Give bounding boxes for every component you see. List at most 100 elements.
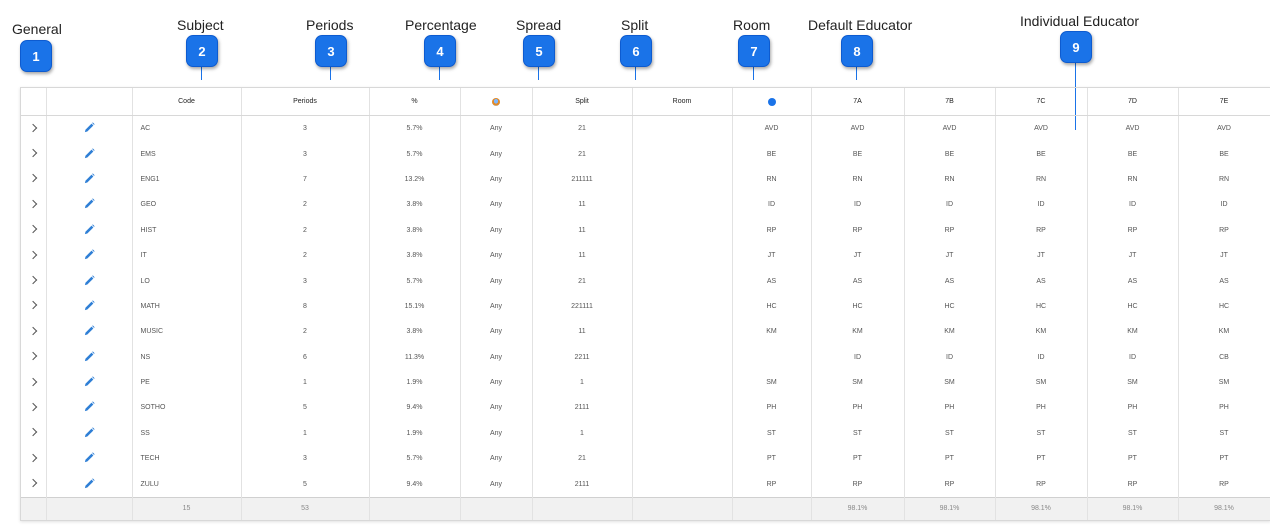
cell-split[interactable]: 11 bbox=[532, 319, 633, 345]
cell-room[interactable] bbox=[632, 420, 733, 447]
cell-class-educator[interactable]: SM bbox=[904, 369, 996, 396]
cell-class-educator[interactable]: ID bbox=[1087, 192, 1179, 218]
cell-class-educator[interactable]: RP bbox=[1178, 217, 1270, 243]
cell-room[interactable] bbox=[632, 192, 733, 218]
table-row[interactable]: NS 6 11.3% Any 2211 ID ID ID ID CB bbox=[21, 344, 1270, 370]
edit-subject-button[interactable] bbox=[46, 166, 133, 193]
chevron-right-icon[interactable] bbox=[29, 250, 38, 259]
cell-class-educator[interactable]: KM bbox=[1087, 319, 1179, 345]
edit-subject-button[interactable] bbox=[46, 293, 133, 320]
cell-default-educator[interactable]: ID bbox=[732, 192, 812, 218]
pencil-icon[interactable] bbox=[84, 478, 95, 491]
cell-spread[interactable]: Any bbox=[460, 395, 533, 421]
chevron-right-icon[interactable] bbox=[29, 377, 38, 386]
expand-row-button[interactable] bbox=[21, 115, 47, 142]
cell-default-educator[interactable]: RP bbox=[732, 471, 812, 498]
cell-class-educator[interactable]: AVD bbox=[1178, 115, 1270, 142]
expand-row-button[interactable] bbox=[21, 293, 47, 320]
cell-class-educator[interactable]: AS bbox=[1087, 268, 1179, 294]
chevron-right-icon[interactable] bbox=[29, 478, 38, 488]
cell-room[interactable] bbox=[632, 471, 733, 498]
expand-row-button[interactable] bbox=[21, 471, 47, 498]
cell-class-educator[interactable]: BE bbox=[1178, 141, 1270, 167]
table-row[interactable]: MUSIC 2 3.8% Any 11 KM KM KM KM KM KM bbox=[21, 319, 1270, 345]
cell-class-educator[interactable]: KM bbox=[995, 319, 1088, 345]
header-class-7e[interactable]: 7E bbox=[1178, 88, 1270, 116]
cell-class-educator[interactable]: ID bbox=[811, 192, 905, 218]
header-split[interactable]: Split bbox=[532, 88, 633, 116]
cell-class-educator[interactable]: BE bbox=[1087, 141, 1179, 167]
header-class-7a[interactable]: 7A bbox=[811, 88, 905, 116]
table-row[interactable]: ENG1 7 13.2% Any 211111 RN RN RN RN RN RN bbox=[21, 166, 1270, 193]
table-row[interactable]: GEO 2 3.8% Any 11 ID ID ID ID ID ID bbox=[21, 192, 1270, 218]
cell-split[interactable]: 11 bbox=[532, 192, 633, 218]
spread-filter-icon[interactable] bbox=[492, 97, 500, 106]
cell-room[interactable] bbox=[632, 141, 733, 167]
cell-class-educator[interactable]: JT bbox=[1087, 242, 1179, 269]
cell-class-educator[interactable]: AS bbox=[811, 268, 905, 294]
cell-default-educator[interactable]: RP bbox=[732, 217, 812, 243]
cell-split[interactable]: 221111 bbox=[532, 293, 633, 320]
chevron-right-icon[interactable] bbox=[29, 453, 38, 463]
pencil-icon[interactable] bbox=[84, 122, 95, 135]
cell-default-educator[interactable]: PH bbox=[732, 395, 812, 421]
cell-spread[interactable]: Any bbox=[460, 115, 533, 142]
cell-class-educator[interactable]: JT bbox=[1178, 242, 1270, 269]
cell-split[interactable]: 1 bbox=[532, 420, 633, 447]
cell-class-educator[interactable]: RN bbox=[1178, 166, 1270, 193]
cell-class-educator[interactable]: PT bbox=[811, 446, 905, 472]
cell-class-educator[interactable]: ST bbox=[1087, 420, 1179, 447]
edit-subject-button[interactable] bbox=[46, 369, 133, 396]
table-row[interactable]: EMS 3 5.7% Any 21 BE BE BE BE BE BE bbox=[21, 141, 1270, 167]
cell-class-educator[interactable]: AVD bbox=[811, 115, 905, 142]
cell-class-educator[interactable]: KM bbox=[904, 319, 996, 345]
edit-subject-button[interactable] bbox=[46, 141, 133, 167]
cell-class-educator[interactable]: JT bbox=[811, 242, 905, 269]
table-row[interactable]: SS 1 1.9% Any 1 ST ST ST ST ST ST bbox=[21, 420, 1270, 447]
pencil-icon[interactable] bbox=[84, 351, 95, 364]
edit-subject-button[interactable] bbox=[46, 471, 133, 498]
cell-spread[interactable]: Any bbox=[460, 192, 533, 218]
cell-class-educator[interactable]: RP bbox=[995, 217, 1088, 243]
cell-spread[interactable]: Any bbox=[460, 293, 533, 320]
cell-spread[interactable]: Any bbox=[460, 344, 533, 370]
table-row[interactable]: HIST 2 3.8% Any 11 RP RP RP RP RP RP bbox=[21, 217, 1270, 243]
cell-class-educator[interactable]: PH bbox=[1087, 395, 1179, 421]
chevron-right-icon[interactable] bbox=[29, 148, 38, 158]
cell-class-educator[interactable]: AS bbox=[995, 268, 1088, 294]
cell-default-educator[interactable]: RN bbox=[732, 166, 812, 193]
cell-class-educator[interactable]: SM bbox=[1178, 369, 1270, 396]
cell-class-educator[interactable]: KM bbox=[1178, 319, 1270, 345]
cell-class-educator[interactable]: AS bbox=[1178, 268, 1270, 294]
pencil-icon[interactable] bbox=[84, 325, 95, 338]
cell-class-educator[interactable]: SM bbox=[1087, 369, 1179, 396]
cell-class-educator[interactable]: PH bbox=[811, 395, 905, 421]
pencil-icon[interactable] bbox=[84, 147, 95, 161]
cell-class-educator[interactable]: ID bbox=[1178, 192, 1270, 218]
expand-row-button[interactable] bbox=[21, 420, 47, 447]
header-class-7c[interactable]: 7C bbox=[995, 88, 1088, 116]
cell-default-educator[interactable]: ST bbox=[732, 420, 812, 447]
cell-class-educator[interactable]: ID bbox=[1087, 344, 1179, 370]
chevron-right-icon[interactable] bbox=[29, 402, 38, 412]
expand-row-button[interactable] bbox=[21, 446, 47, 472]
cell-default-educator[interactable]: BE bbox=[732, 141, 812, 167]
pencil-icon[interactable] bbox=[84, 249, 95, 262]
cell-spread[interactable]: Any bbox=[460, 319, 533, 345]
table-row[interactable]: IT 2 3.8% Any 11 JT JT JT JT JT JT bbox=[21, 242, 1270, 269]
cell-class-educator[interactable]: JT bbox=[904, 242, 996, 269]
cell-class-educator[interactable]: SM bbox=[811, 369, 905, 396]
cell-room[interactable] bbox=[632, 369, 733, 396]
expand-row-button[interactable] bbox=[21, 268, 47, 294]
pencil-icon[interactable] bbox=[84, 376, 95, 389]
cell-class-educator[interactable]: ID bbox=[904, 344, 996, 370]
edit-subject-button[interactable] bbox=[46, 268, 133, 294]
cell-spread[interactable]: Any bbox=[460, 471, 533, 498]
cell-class-educator[interactable]: PH bbox=[995, 395, 1088, 421]
header-room[interactable]: Room bbox=[632, 88, 733, 116]
cell-class-educator[interactable]: BE bbox=[811, 141, 905, 167]
table-row[interactable]: MATH 8 15.1% Any 221111 HC HC HC HC HC HC bbox=[21, 293, 1270, 320]
cell-class-educator[interactable]: BE bbox=[995, 141, 1088, 167]
pencil-icon[interactable] bbox=[84, 300, 95, 313]
cell-class-educator[interactable]: ID bbox=[995, 192, 1088, 218]
